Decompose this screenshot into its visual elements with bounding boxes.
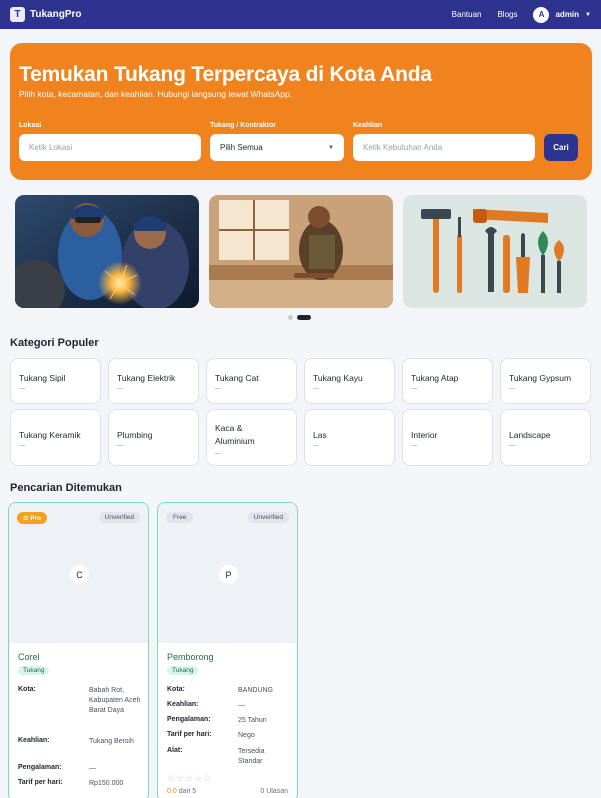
- review-count[interactable]: 0 Ulasan: [260, 788, 288, 795]
- pengalaman-value: —: [89, 765, 96, 772]
- category-label: Tukang Kayu: [313, 373, 363, 383]
- tukang-select-value: Pilih Semua: [220, 143, 263, 152]
- category-card[interactable]: Interior: [402, 409, 493, 466]
- carousel-dots: [288, 315, 311, 320]
- hero-subtitle: Pilih kota, kecamatan, dan keahlian. Hub…: [19, 89, 293, 99]
- category-card[interactable]: Tukang Keramik: [10, 409, 101, 466]
- category-label: Tukang Keramik: [19, 429, 81, 440]
- hero-search-panel: Temukan Tukang Terpercaya di Kota Anda P…: [10, 43, 592, 180]
- card-image-placeholder: Free Unverified P: [158, 503, 297, 643]
- category-label: Plumbing: [117, 429, 153, 440]
- user-menu[interactable]: A admin ▼: [533, 6, 591, 23]
- chevron-down-icon: ▼: [585, 11, 591, 18]
- result-card[interactable]: Free Unverified P Pemborong Tukang Kota:…: [157, 502, 298, 798]
- verification-badge: Unverified: [98, 512, 140, 523]
- category-label: Tukang Atap: [411, 373, 459, 383]
- carousel-slide-welders[interactable]: [15, 195, 199, 308]
- keahlian-value: —: [238, 702, 245, 709]
- lokasi-placeholder: Ketik Lokasi: [29, 143, 73, 152]
- category-label: Interior: [411, 429, 438, 440]
- keahlian-input[interactable]: Ketik Kebutuhan Anda: [353, 134, 535, 161]
- category-card[interactable]: Tukang Atap: [402, 358, 493, 404]
- category-label: Tukang Elektrik: [117, 373, 176, 383]
- category-label: Kaca & Aluminium: [215, 422, 255, 446]
- category-label: Tukang Gypsum: [509, 373, 572, 383]
- kategori-title: Kategori Populer: [10, 337, 99, 349]
- pro-icon: ⊙: [23, 515, 29, 522]
- kota-value: Babah Rot, Kabupaten Aceh Barat Daya: [89, 687, 141, 714]
- kota-label: Kota:: [167, 686, 185, 693]
- lokasi-label: Lokasi: [19, 122, 42, 129]
- category-card[interactable]: Plumbing: [108, 409, 199, 466]
- card-name[interactable]: Pemborong: [167, 652, 214, 662]
- category-card[interactable]: Tukang Cat: [206, 358, 297, 404]
- lokasi-input[interactable]: Ketik Lokasi: [19, 134, 201, 161]
- category-card[interactable]: Tukang Kayu: [304, 358, 395, 404]
- keahlian-label: Keahlian:: [18, 737, 50, 744]
- category-card[interactable]: Kaca & Aluminium: [206, 409, 297, 466]
- avatar: C: [70, 565, 89, 584]
- hero-title: Temukan Tukang Terpercaya di Kota Anda: [19, 63, 432, 86]
- top-navbar: T TukangPro Bantuan Blogs A admin ▼: [0, 0, 601, 29]
- alat-value: Tersedia Standar: [238, 748, 265, 765]
- avatar: A: [533, 6, 550, 23]
- category-card[interactable]: Tukang Gypsum: [500, 358, 591, 404]
- brand-name[interactable]: TukangPro: [30, 9, 81, 20]
- tukang-select[interactable]: Pilih Semua ▼: [210, 134, 344, 161]
- results-title: Pencarian Ditemukan: [10, 482, 122, 494]
- keahlian-placeholder: Ketik Kebutuhan Anda: [363, 143, 443, 152]
- tarif-value: Rp150.000: [89, 780, 124, 787]
- carousel-dot-active[interactable]: [297, 315, 311, 320]
- carousel-slide-tools[interactable]: [403, 195, 587, 308]
- tier-badge: ⊙ Pro: [17, 512, 48, 524]
- category-label: Las: [313, 429, 327, 440]
- card-tag: Tukang: [167, 666, 199, 675]
- tukang-label: Tukang / Kontraktor: [210, 122, 276, 129]
- carousel-dot[interactable]: [288, 315, 293, 320]
- tarif-label: Tarif per hari:: [167, 731, 212, 738]
- nav-link-blogs[interactable]: Blogs: [497, 10, 517, 19]
- chevron-down-icon: ▼: [328, 144, 334, 151]
- category-card[interactable]: Landscape: [500, 409, 591, 466]
- logo-icon[interactable]: T: [10, 7, 25, 22]
- tier-badge: Free: [166, 512, 194, 523]
- carousel-slide-carpenter[interactable]: [209, 195, 393, 308]
- search-button[interactable]: Cari: [544, 134, 578, 161]
- pengalaman-label: Pengalaman:: [18, 764, 62, 771]
- category-label: Tukang Sipil: [19, 373, 66, 383]
- keahlian-label: Keahlian:: [167, 701, 199, 708]
- rating-stars-icon: ☆☆☆☆☆: [167, 773, 213, 783]
- kota-label: Kota:: [18, 686, 36, 693]
- verification-badge: Unverified: [247, 512, 289, 523]
- alat-label: Alat:: [167, 747, 183, 754]
- result-card[interactable]: ⊙ Pro Unverified C Corel Tukang Kota: Ba…: [8, 502, 149, 798]
- kota-value: BANDUNG: [238, 687, 274, 694]
- nav-link-bantuan[interactable]: Bantuan: [452, 10, 482, 19]
- username: admin: [555, 10, 580, 19]
- avatar: P: [219, 565, 238, 584]
- category-card[interactable]: Tukang Sipil: [10, 358, 101, 404]
- keahlian-value: Tukang Bersih: [89, 738, 134, 745]
- rating-text: 0.0 dari 5: [167, 788, 197, 795]
- tarif-value: Nego: [238, 732, 255, 739]
- category-card[interactable]: Las: [304, 409, 395, 466]
- card-image-placeholder: ⊙ Pro Unverified C: [9, 503, 148, 643]
- category-card[interactable]: Tukang Elektrik: [108, 358, 199, 404]
- pengalaman-label: Pengalaman:: [167, 716, 211, 723]
- card-tag: Tukang: [18, 666, 50, 675]
- category-label: Landscape: [509, 429, 551, 440]
- tarif-label: Tarif per hari:: [18, 779, 63, 786]
- card-name[interactable]: Corel: [18, 652, 40, 662]
- keahlian-label: Keahlian: [353, 122, 383, 129]
- pengalaman-value: 25 Tahun: [238, 717, 267, 724]
- category-label: Tukang Cat: [215, 373, 259, 383]
